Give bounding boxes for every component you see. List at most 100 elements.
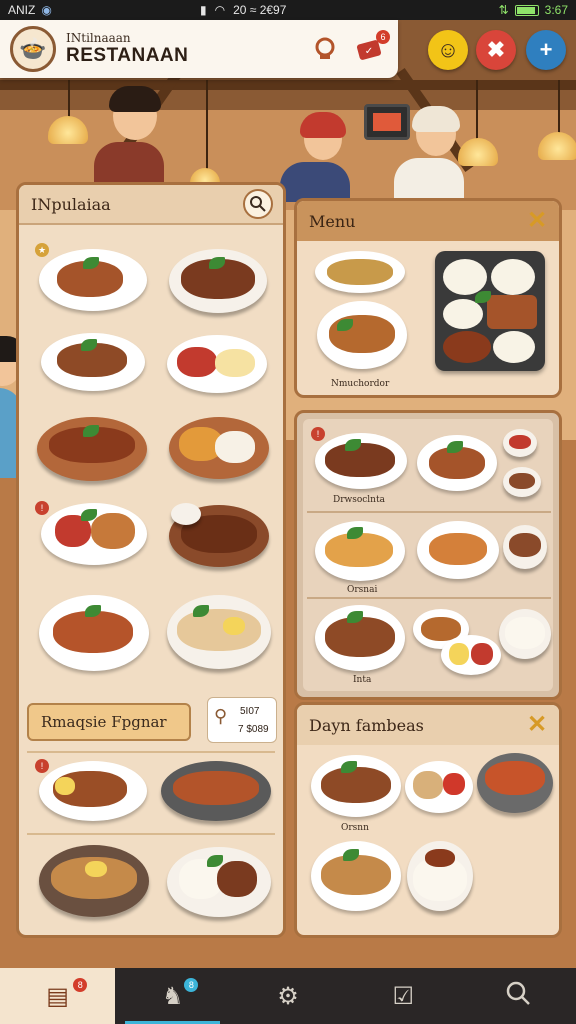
special-sauce-cup — [503, 429, 537, 457]
divider — [307, 597, 551, 599]
dish-egg-roast[interactable] — [39, 761, 147, 821]
bottom-navigation: ▤ 8 ♞ 8 ⚙ ☑ — [0, 968, 576, 1024]
hanging-lamp — [48, 116, 88, 144]
specials-panel: ! Drwsoclnta Orsnai Inta — [294, 410, 562, 700]
daily-dishes-close-icon[interactable]: ✕ — [525, 712, 549, 737]
daily-dish-ribs[interactable] — [311, 755, 401, 817]
nav-chef[interactable]: ♞ 8 — [115, 968, 230, 1024]
cart-badge: 6 — [376, 30, 390, 44]
special-caption-3: Inta — [353, 675, 372, 685]
price-line-2: 7 $089 — [238, 724, 269, 735]
add-button[interactable]: + — [526, 30, 566, 70]
restaurant-logo[interactable]: 🍲 — [10, 26, 56, 72]
dish-bbq-plate[interactable] — [39, 595, 149, 671]
smiley-icon: ☺ — [436, 37, 460, 62]
daily-dish-rice[interactable] — [407, 841, 473, 911]
special-dish-steak[interactable] — [315, 605, 405, 671]
cart-icon[interactable]: ✓ 6 — [352, 30, 390, 66]
dish-mixed-platter[interactable] — [41, 503, 147, 565]
hanging-lamp — [538, 132, 576, 160]
dish-sliced-meat[interactable] — [41, 333, 145, 391]
network-icon: ⇅ — [498, 3, 509, 17]
dish-stew-bowl[interactable] — [169, 249, 267, 313]
battery-icon — [514, 4, 539, 16]
nav-orders[interactable]: ▤ 8 — [0, 968, 116, 1024]
special-dish-corn[interactable] — [441, 635, 501, 675]
special-dish-stew-cup[interactable] — [503, 525, 547, 569]
nav-checklist[interactable]: ☑ — [346, 968, 461, 1024]
checklist-icon: ☑ — [392, 982, 414, 1010]
chef-badge: 8 — [184, 978, 199, 992]
divider — [27, 833, 275, 835]
price-card[interactable]: ⚲ 5I07 7 $089 — [207, 697, 277, 743]
daily-caption: Orsnn — [341, 823, 369, 833]
special-dish-fried-rice[interactable] — [417, 521, 499, 579]
chef-hat-icon[interactable] — [308, 32, 342, 66]
search-icon[interactable] — [243, 189, 273, 219]
chef-figure — [394, 106, 464, 198]
dish-hotpot-bowl[interactable] — [39, 845, 149, 917]
special-rice-bowl[interactable] — [499, 609, 551, 659]
dish-vegetable-bowl[interactable] — [169, 417, 269, 479]
special-dish-roast[interactable] — [417, 435, 497, 491]
tv-screen — [364, 104, 410, 140]
settings-icon: ⚙ — [277, 982, 299, 1010]
center-time: 20 ≈ 2€97 — [233, 3, 287, 17]
plus-icon: + — [539, 37, 553, 62]
orders-icon: ▤ — [46, 982, 69, 1010]
dish-roast-plate[interactable] — [39, 249, 147, 311]
daily-dishes-title: Dayn fambeas — [309, 715, 424, 735]
nav-settings[interactable]: ⚙ — [230, 968, 345, 1024]
menu-dish-potatoes[interactable] — [315, 251, 405, 293]
special-caption-2: Orsnai — [347, 585, 378, 595]
chef-icon: ♞ — [162, 982, 184, 1010]
specials-badge: ! — [311, 427, 325, 441]
daily-dish-curry-bowl[interactable] — [477, 753, 553, 813]
carrier-label: ANIZ — [8, 3, 36, 17]
waiter-figure — [94, 86, 164, 182]
special-dish-grilled[interactable] — [315, 433, 407, 489]
promo-label: Rmaqsie Fpgnar — [41, 713, 167, 731]
daily-dish-grain[interactable] — [405, 761, 473, 813]
menu-dish-salad-plate[interactable] — [317, 301, 407, 369]
menu-close-icon[interactable]: ✕ — [525, 208, 549, 233]
dish-curry-rice[interactable] — [167, 335, 267, 393]
menu-caption: Nmuchordor — [331, 379, 390, 389]
menu-featured-platter[interactable] — [435, 251, 545, 371]
special-dish-platter[interactable] — [315, 521, 405, 581]
daily-dishes-panel: Dayn fambeas ✕ Orsnn — [294, 702, 562, 938]
catalog-title: INpulaiaa — [31, 194, 111, 214]
header-title: RESTANAAN — [66, 45, 189, 66]
dish-soup-bowl[interactable] — [37, 417, 147, 481]
daily-dish-noodles[interactable] — [311, 841, 401, 911]
special-caption-1: Drwsoclnta — [333, 495, 385, 505]
hanging-lamp — [458, 138, 498, 166]
price-line-1: 5I07 — [240, 706, 260, 717]
app-header: 🍲 INtilnaaan RESTANAAN ✓ 6 — [0, 20, 398, 78]
dish-ramen-bowl[interactable] — [167, 595, 271, 669]
notification-icon: ◉ — [41, 3, 52, 17]
signal-icon: ▮ — [200, 3, 207, 17]
dish-rice-bowl[interactable] — [167, 847, 271, 917]
dish-badge: ! — [35, 759, 49, 773]
divider — [27, 751, 275, 753]
tools-button[interactable]: ✖ — [476, 30, 516, 70]
cook-figure — [280, 112, 350, 202]
promo-label-box[interactable]: Rmaqsie Fpgnar — [27, 703, 191, 741]
price-tag-icon: ⚲ — [214, 706, 228, 726]
dish-pan-curry[interactable] — [161, 761, 271, 821]
dish-catalog-panel: INpulaiaa ★ ! Rmaqsie Fpgnar ⚲ 5I07 7 $0… — [16, 182, 286, 938]
menu-header: Menu ✕ — [297, 201, 559, 241]
svg-text:✓: ✓ — [365, 46, 373, 57]
divider — [307, 511, 551, 513]
tools-icon: ✖ — [486, 37, 506, 62]
nav-search[interactable] — [461, 968, 576, 1024]
search-icon — [505, 980, 531, 1013]
smiley-button[interactable]: ☺ — [428, 30, 468, 70]
wifi-icon: ◠ — [214, 3, 226, 17]
orders-badge: 8 — [73, 978, 88, 992]
dish-badge: ★ — [35, 243, 49, 257]
catalog-header: INpulaiaa — [19, 185, 283, 225]
dish-sauce-cup — [171, 503, 201, 525]
clock-time: 3:67 — [544, 3, 568, 17]
